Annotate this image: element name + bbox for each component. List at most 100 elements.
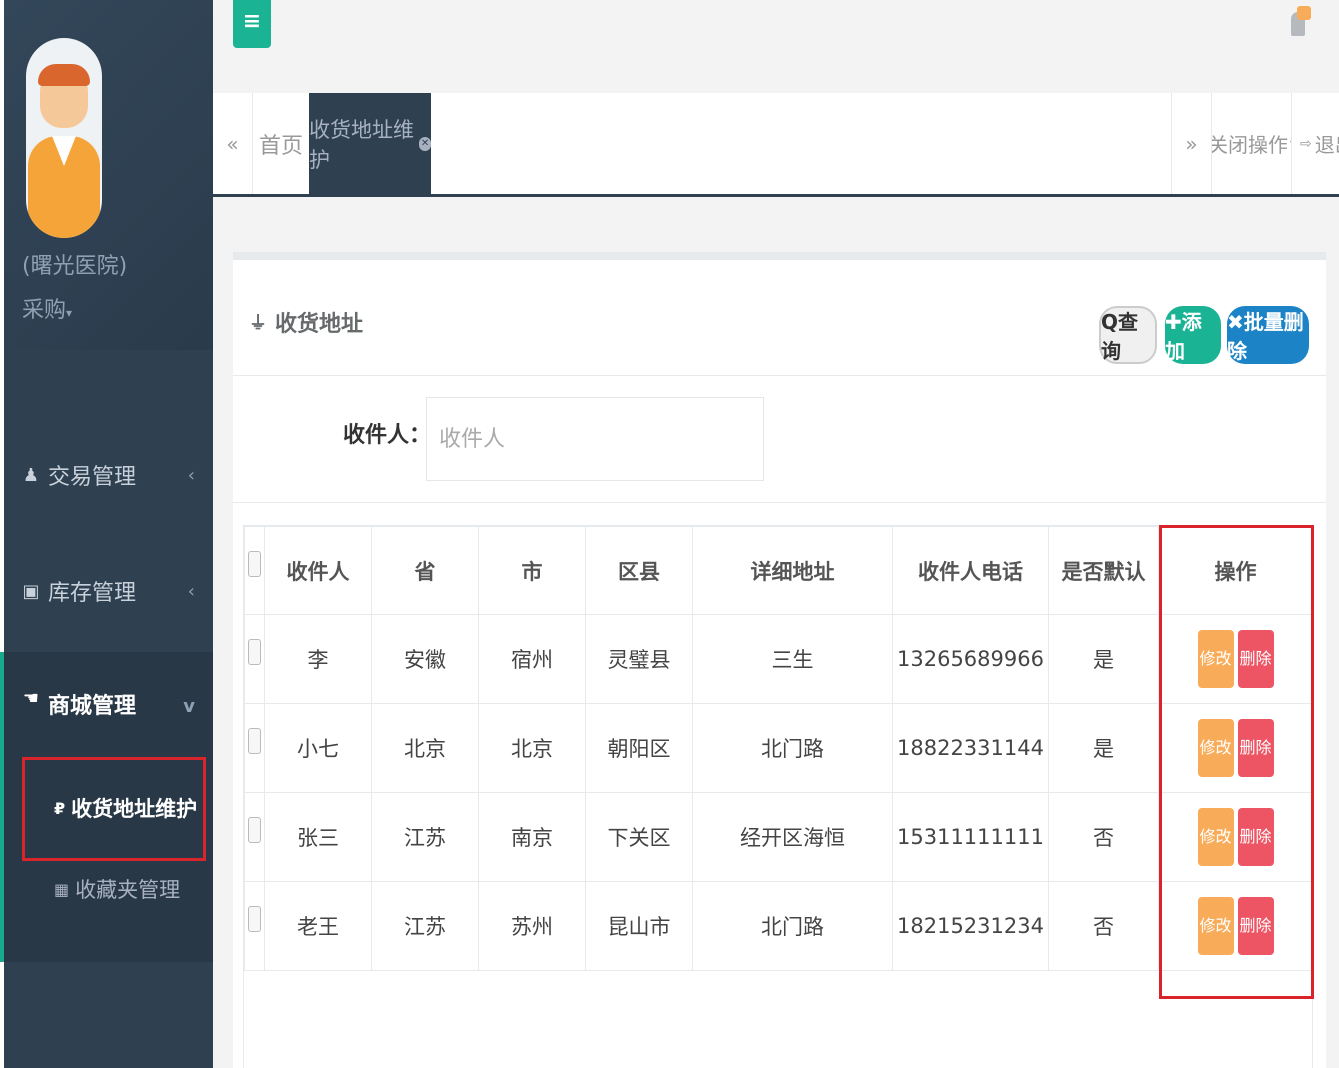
table-cell: 下关区 [585, 792, 693, 882]
panel-title-text: 收货地址 [275, 312, 364, 337]
column-header[interactable]: 收件人电话 [892, 526, 1049, 615]
table-cell: 江苏 [371, 881, 479, 971]
add-button[interactable]: ✚添加 [1165, 306, 1221, 364]
search-row: 收件人： [233, 377, 1326, 503]
table-cell: 江苏 [371, 792, 479, 882]
table-cell: 15311111111 [892, 792, 1049, 882]
table-cell: 北门路 [692, 703, 893, 793]
address-table: 收件人 省 市 区县 详细地址 收件人电话 是否默认 操作 李 安徽 宿州 灵璧… [244, 526, 1313, 971]
row-select-cell [244, 703, 265, 793]
table-cell: 13265689966 [892, 614, 1049, 704]
column-header[interactable]: 省 [371, 526, 479, 615]
table-row: 李 安徽 宿州 灵璧县 三生 13265689966 是 修改 删除 [244, 614, 1313, 704]
column-header[interactable]: 市 [478, 526, 586, 615]
table-cell: 灵璧县 [585, 614, 693, 704]
sidebar-item-label: 库存管理 [48, 581, 137, 606]
column-header[interactable]: 区县 [585, 526, 693, 615]
table-cell: 老王 [264, 881, 372, 971]
table-row: 张三 江苏 南京 下关区 经开区海恒 15311111111 否 修改 删除 [244, 792, 1313, 882]
table-cell: 宿州 [478, 614, 586, 704]
logout-label: 退出 [1314, 133, 1339, 157]
sidebar: (曙光医院) 采购▾ ♟ 交易管理 ‹ ▣ 库存管理 ‹ ☚ 商城管理 v ₽ … [0, 0, 213, 1068]
caret-down-icon: ▾ [66, 306, 73, 320]
recipient-input[interactable] [426, 397, 764, 481]
close-operations-label: 关闭操作 [1211, 133, 1288, 157]
avatar[interactable] [26, 38, 102, 238]
tab-address-active[interactable]: 收货地址维护 ✕ [309, 93, 431, 194]
bell-icon[interactable] [1289, 6, 1311, 40]
close-icon[interactable]: ✕ [419, 136, 431, 151]
row-checkbox[interactable] [248, 728, 261, 754]
profile-role-dropdown[interactable]: 采购▾ [22, 292, 72, 324]
table-header-row: 收件人 省 市 区县 详细地址 收件人电话 是否默认 操作 [244, 526, 1313, 615]
table-cell: 南京 [478, 792, 586, 882]
table-cell: 否 [1048, 881, 1159, 971]
panel-header: ⏚ 收货地址 Q查询 ✚添加 ✖批量删除 [233, 260, 1326, 376]
close-operations-dropdown[interactable]: 关闭操作▾ [1211, 93, 1291, 194]
chevron-left-icon: ‹ [187, 464, 195, 486]
profile-role-label: 采购 [22, 298, 67, 323]
sidebar-item-trade[interactable]: ♟ 交易管理 ‹ [4, 450, 213, 500]
row-select-cell [244, 792, 265, 882]
query-button[interactable]: Q查询 [1099, 306, 1157, 364]
tab-scroll-left-button[interactable]: « [213, 93, 253, 194]
profile-panel: (曙光医院) 采购▾ [4, 0, 213, 350]
grid-icon: ▦ [54, 879, 70, 899]
select-all-cell [244, 526, 265, 615]
table-cell: 18215231234 [892, 881, 1049, 971]
sidebar-item-label: 交易管理 [48, 465, 137, 490]
tab-scroll-right-button[interactable]: » [1171, 93, 1211, 194]
user-icon: ♟ [22, 464, 40, 486]
row-checkbox[interactable] [248, 817, 261, 843]
batch-delete-button[interactable]: ✖批量删除 [1227, 306, 1309, 364]
table-cell: 经开区海恒 [692, 792, 893, 882]
table-row: 小七 北京 北京 朝阳区 北门路 18822331144 是 修改 删除 [244, 703, 1313, 793]
table-cell: 否 [1048, 792, 1159, 882]
sidebar-subitem-favorites[interactable]: ▦ 收藏夹管理 [54, 874, 180, 904]
table-cell: 苏州 [478, 881, 586, 971]
table-cell: 朝阳区 [585, 703, 693, 793]
table-cell: 三生 [692, 614, 893, 704]
column-header[interactable]: 收件人 [264, 526, 372, 615]
tab-home[interactable]: 首页 [253, 93, 309, 194]
table-cell: 李 [264, 614, 372, 704]
tab-label: 收货地址维护 [309, 117, 414, 172]
sidebar-item-label: 商城管理 [48, 694, 137, 719]
select-all-checkbox[interactable] [248, 551, 261, 577]
column-header[interactable]: 是否默认 [1048, 526, 1159, 615]
row-select-cell [244, 614, 265, 704]
calendar-icon: ▣ [22, 580, 40, 602]
row-checkbox[interactable] [248, 906, 261, 932]
table-cell: 北门路 [692, 881, 893, 971]
table-cell: 小七 [264, 703, 372, 793]
recipient-label: 收件人： [343, 423, 432, 448]
sidebar-item-stock[interactable]: ▣ 库存管理 ‹ [4, 566, 213, 616]
highlight-box-actions [1159, 525, 1314, 999]
table-cell: 北京 [371, 703, 479, 793]
chevron-left-icon: ‹ [187, 580, 195, 602]
table-cell: 昆山市 [585, 881, 693, 971]
flask-icon: ⏚ [249, 313, 267, 334]
logout-button[interactable]: ⇨退出 [1291, 93, 1339, 194]
panel-title: ⏚ 收货地址 [249, 306, 363, 338]
sign-out-icon: ⇨ [1300, 135, 1312, 152]
table-cell: 是 [1048, 614, 1159, 704]
avatar-hair [38, 64, 90, 86]
profile-org: (曙光医院) [22, 254, 128, 279]
table-cell: 安徽 [371, 614, 479, 704]
tab-bar: « 首页 收货地址维护 ✕ » 关闭操作▾ ⇨退出 [213, 93, 1339, 197]
hand-icon: ☚ [22, 688, 40, 709]
menu-toggle-button[interactable]: ≡ [233, 0, 271, 48]
table-cell: 北京 [478, 703, 586, 793]
address-table-wrapper: 收件人 省 市 区县 详细地址 收件人电话 是否默认 操作 李 安徽 宿州 灵璧… [243, 525, 1313, 1068]
chevron-down-icon: v [183, 696, 195, 717]
table-row: 老王 江苏 苏州 昆山市 北门路 18215231234 否 修改 删除 [244, 881, 1313, 971]
highlight-box-sidebar [22, 757, 206, 861]
row-select-cell [244, 881, 265, 971]
top-header: ≡ [213, 0, 1339, 93]
column-header[interactable]: 详细地址 [692, 526, 893, 615]
row-checkbox[interactable] [248, 639, 261, 665]
table-cell: 是 [1048, 703, 1159, 793]
table-cell: 18822331144 [892, 703, 1049, 793]
notification-badge [1297, 6, 1311, 20]
